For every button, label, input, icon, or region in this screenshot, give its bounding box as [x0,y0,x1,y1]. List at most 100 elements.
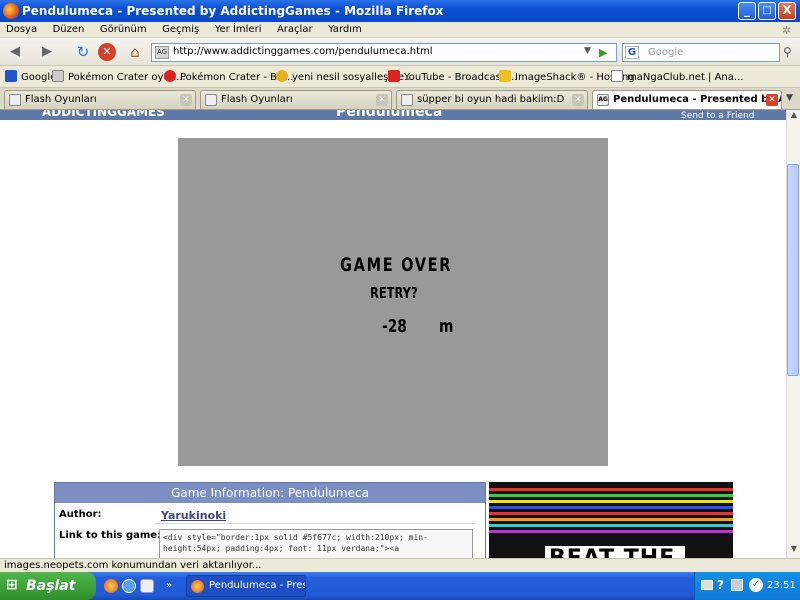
search-input[interactable]: Google [648,47,683,58]
home-icon[interactable]: ⌂ [124,41,146,63]
tab-page-icon [9,94,21,106]
status-bar: images.neopets.com konumundan veri aktar… [0,558,800,572]
dropdown-arrow-icon[interactable]: ▼ [584,46,591,56]
help-tray-icon[interactable]: ? [717,578,724,592]
page-icon [611,70,623,82]
link-label: Link to this game: [59,530,162,541]
tab-close-icon[interactable]: ✕ [572,94,584,106]
forward-icon[interactable]: ▶ [36,41,58,63]
menu-yer-imleri[interactable]: Yer İmleri [209,23,268,35]
network-tray-icon[interactable] [731,579,743,591]
game-information-heading: Game Information: Pendulumeca [55,483,485,503]
advertisement-banner[interactable]: BEAT THE [489,482,733,558]
reload-icon[interactable]: ↻ [72,41,94,63]
menu-bar: Dosya Düzen Görünüm Geçmiş Yer İmleri Ar… [0,22,800,38]
ad-stripe [489,488,733,491]
embed-code-textarea[interactable]: <div style="border:1px solid #5f677c; wi… [159,529,473,558]
url-text[interactable]: http://www.addictinggames.com/pendulumec… [173,46,433,57]
ad-stripe [489,530,733,533]
tab-close-icon[interactable]: ✕ [376,94,388,106]
start-label: Başlat [26,578,76,594]
taskbar-item-firefox[interactable]: Pendulumeca - Prese... [186,575,306,597]
status-text: images.neopets.com konumundan veri aktar… [4,560,262,571]
go-icon[interactable]: ▶ [599,46,613,59]
google-search-icon[interactable]: G [625,46,639,59]
site-favicon: AG [155,46,169,59]
tab-close-icon[interactable]: ✕ [180,94,192,106]
tab-close-icon[interactable]: ✕ [766,94,778,106]
stop-icon[interactable]: ✕ [98,43,116,61]
quicklaunch-expand-icon[interactable]: » [166,580,172,591]
scroll-down-icon[interactable]: ▼ [788,544,800,556]
author-label: Author: [59,509,102,520]
ad-stripe [489,494,733,497]
clock[interactable]: 23:51 [767,580,796,591]
tab-favicon: AG [597,94,609,106]
tab-page-icon [205,94,217,106]
game-information-box: Game Information: Pendulumeca Author: Ya… [54,482,486,558]
back-icon[interactable]: ◀ [4,41,26,63]
tab-supper-bi-oyun[interactable]: süpper bi oyun hadi bakiim:D ✕ [396,90,588,109]
tab-label: süpper bi oyun hadi bakiim:D [417,94,565,105]
keyboard-tray-icon[interactable] [701,580,713,590]
scrollbar-thumb[interactable] [787,164,799,376]
security-tray-icon[interactable]: ✓ [749,578,763,592]
search-magnifier-icon[interactable]: ⚲ [783,45,792,59]
menu-araclar[interactable]: Araçlar [271,23,319,35]
page-icon [52,70,64,82]
retry-button[interactable]: RETRY? [370,284,418,302]
windows-taskbar: ⊞ Başlat » Pendulumeca - Prese... ? ✓ 23… [0,572,800,600]
start-button[interactable]: ⊞ Başlat [0,572,96,600]
tab-flash-oyunlari-1[interactable]: Flash Oyunları ✕ [4,90,196,109]
menu-yardim[interactable]: Yardım [322,23,368,35]
firefox-icon [191,580,204,593]
tab-flash-oyunlari-2[interactable]: Flash Oyunları ✕ [200,90,392,109]
search-bar[interactable]: G Google [622,43,780,62]
menu-gorunum[interactable]: Görünüm [94,23,153,35]
ie-quicklaunch-icon[interactable] [122,579,136,593]
ad-stripe [489,524,733,527]
scroll-up-icon[interactable]: ▲ [788,110,800,122]
taskbar-item-label: Pendulumeca - Prese... [209,580,306,591]
ad-headline: BEAT THE [549,546,675,558]
title-bar[interactable]: Pendulumeca - Presented by AddictingGame… [0,0,800,22]
game-canvas[interactable]: GAME OVER RETRY? -28 m [178,138,608,466]
messenger-quicklaunch-icon[interactable] [140,579,154,593]
address-bar[interactable]: AG http://www.addictinggames.com/pendulu… [151,43,617,62]
maximize-button[interactable]: □ [758,2,776,20]
page-content: ADDICTINGGAMES Pendulumeca Send to a Fri… [0,110,786,558]
ad-stripe [489,518,733,521]
close-button[interactable]: X [778,2,796,20]
ad-stripe [489,512,733,515]
bookmark-mangaclub[interactable]: maNgaClub.net | Ana... [611,70,743,84]
tab-bar: Flash Oyunları ✕ Flash Oyunları ✕ süpper… [0,88,800,110]
distance-unit: m [439,316,454,337]
menu-gecmis[interactable]: Geçmiş [156,23,205,35]
ad-stripe [489,506,733,509]
page-title: Pendulumeca [336,110,443,120]
site-logo[interactable]: ADDICTINGGAMES [42,110,165,119]
youtube-icon [388,70,400,82]
tab-label: Pendulumeca - Presented by Add... [613,94,781,105]
throbber-icon: ✲ [782,24,792,37]
game-over-text: GAME OVER [340,254,453,276]
menu-duzen[interactable]: Düzen [47,23,91,35]
bookmark-google[interactable]: Google [5,70,56,84]
tab-label: Flash Oyunları [25,94,97,105]
menu-dosya[interactable]: Dosya [0,23,43,35]
system-tray: ? ✓ 23:51 [694,572,800,600]
info-divider [155,523,475,524]
window-title: Pendulumeca - Presented by AddictingGame… [22,4,444,18]
author-link[interactable]: Yarukinoki [161,509,226,522]
imageshack-icon [499,70,511,82]
google-g-icon [5,70,17,82]
tab-list-arrow-icon[interactable]: ▼ [786,93,793,103]
bookmarks-toolbar: Google Pokémon Crater oyun... Pokémon Cr… [0,66,800,88]
firefox-quicklaunch-icon[interactable] [104,579,118,593]
tab-pendulumeca[interactable]: AG Pendulumeca - Presented by Add... ✕ [592,90,782,109]
windows-logo-icon: ⊞ [6,577,18,593]
ad-stripe [489,500,733,503]
send-to-friend-link[interactable]: Send to a Friend [681,111,754,121]
distance-value: -28 [382,316,407,337]
minimize-button[interactable]: _ [738,2,756,20]
